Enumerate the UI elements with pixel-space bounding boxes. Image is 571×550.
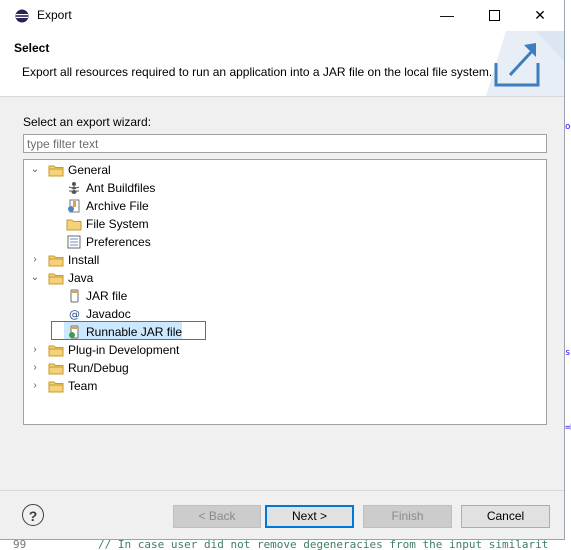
javadoc-icon: @ [69,308,80,321]
chevron-right-icon[interactable]: › [30,341,40,359]
chevron-down-icon[interactable]: ⌄ [30,269,40,287]
chevron-right-icon[interactable]: › [30,251,40,269]
wizard-label: Select an export wizard: [23,115,152,129]
chevron-right-icon[interactable]: › [30,359,40,377]
background-editor [565,0,571,550]
tree-item-label: JAR file [86,289,128,303]
folder-icon [66,219,82,231]
tree-item-label: File System [86,217,149,231]
cancel-button[interactable]: Cancel [461,505,550,528]
folder-icon [48,363,64,375]
wizard-header: Select Export all resources required to … [0,31,564,97]
jar-icon [70,289,79,303]
button-bar-separator [0,490,564,491]
tree-item-label: Team [68,379,98,393]
highlight-box [51,321,206,340]
maximize-button[interactable] [471,0,517,31]
folder-icon [48,165,64,177]
tree-item-label: Archive File [86,199,149,213]
maximize-icon [488,10,500,21]
wizard-tree: ⌄ General Ant Buildfiles Archive File Fi… [23,159,547,425]
tree-item-label: Java [68,271,94,285]
title-bar: Export — ✕ [0,0,564,31]
finish-button[interactable]: Finish [363,505,452,528]
tree-item-label: Run/Debug [68,361,129,375]
editor-fragment: =M [565,423,571,433]
folder-icon [48,255,64,267]
tree-item-label: Preferences [86,235,151,249]
help-button[interactable]: ? [22,504,44,526]
tree-item-label: General [68,163,111,177]
folder-icon [48,381,64,393]
back-button[interactable]: < Back [173,505,261,528]
svg-text:@: @ [69,308,80,321]
code-comment: // In case user did not remove degenerac… [98,540,549,550]
ant-icon [68,182,80,194]
window-title: Export [37,8,72,22]
page-title: Select [14,41,50,55]
chevron-down-icon[interactable]: ⌄ [30,161,40,179]
archive-icon [68,199,80,213]
folder-icon [48,273,64,285]
page-description: Export all resources required to run an … [22,65,493,79]
filter-input[interactable] [23,134,547,153]
eclipse-icon [15,9,29,23]
tree-item-label: Plug-in Development [68,343,180,357]
tree-item-label: Ant Buildfiles [86,181,156,195]
preferences-icon [67,235,81,249]
export-dialog: Export — ✕ Select Export all resources r… [0,0,565,540]
next-button[interactable]: Next > [265,505,354,528]
tree-item-label: Install [68,253,100,267]
minimize-button[interactable]: — [424,0,470,31]
editor-fragment: ol [565,122,571,132]
background-editor-line: 99 // In case user did not remove degene… [0,540,571,550]
export-banner-icon [486,31,564,96]
line-number: 99 [13,540,27,550]
close-button[interactable]: ✕ [517,0,563,31]
folder-icon [48,345,64,357]
chevron-right-icon[interactable]: › [30,377,40,395]
editor-fragment: sp [565,348,571,358]
